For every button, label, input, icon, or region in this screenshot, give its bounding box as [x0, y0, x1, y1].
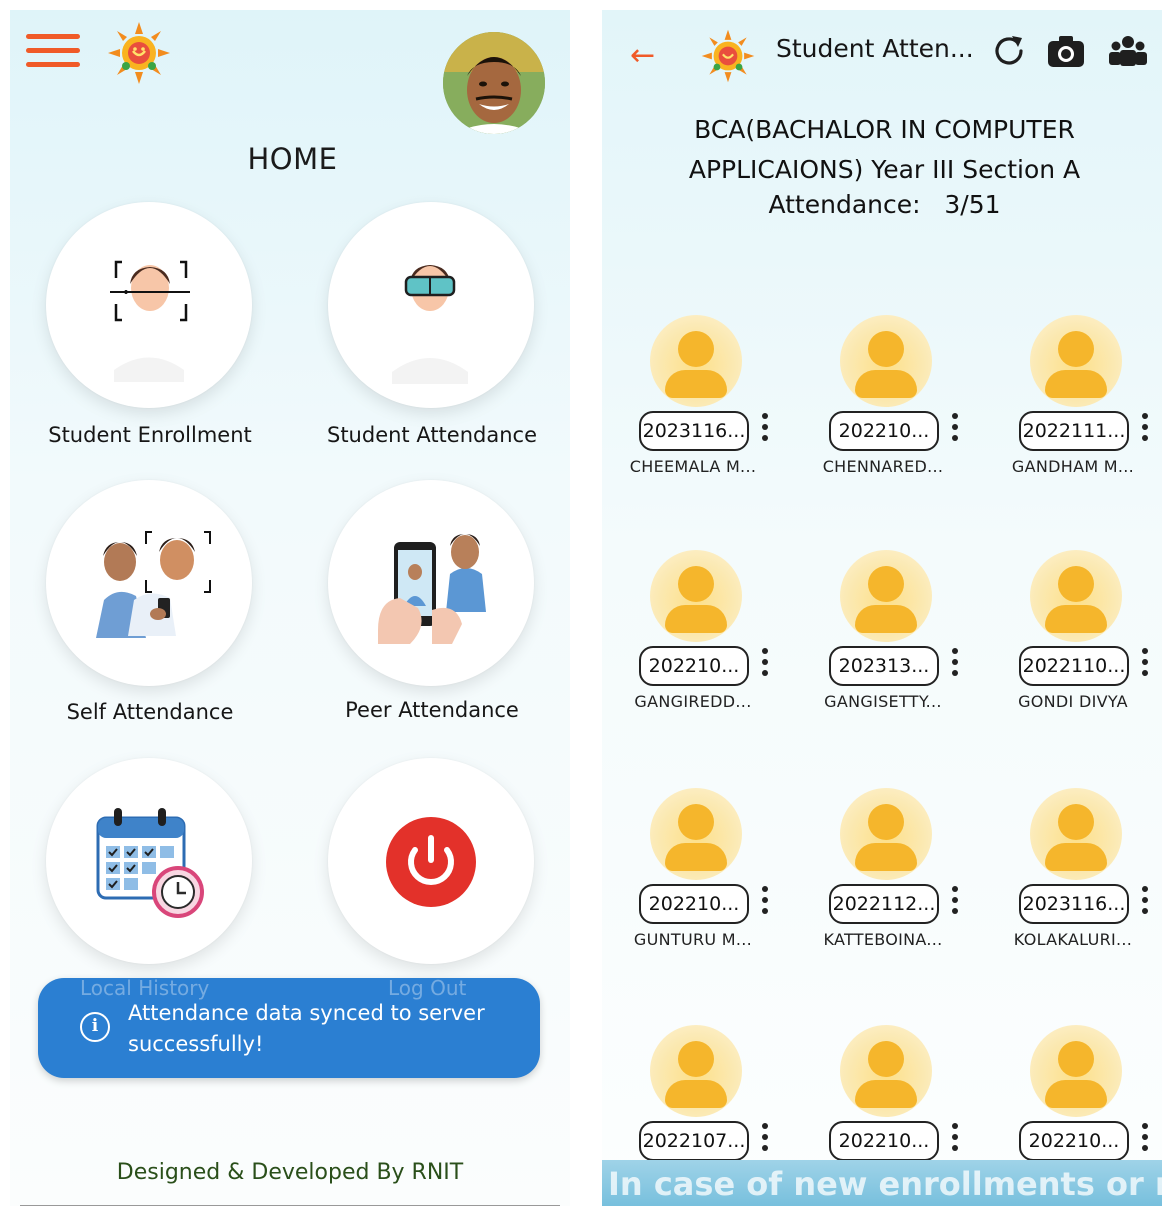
student-card[interactable]: 2022110... GONDI DIVYA [982, 550, 1162, 740]
attendance-summary: Attendance: 3/51 [602, 190, 1162, 219]
tile-label-logout: Log Out [388, 976, 467, 1000]
more-options-icon[interactable] [760, 886, 770, 922]
student-avatar-icon [1030, 1025, 1122, 1117]
more-options-icon[interactable] [950, 886, 960, 922]
student-id[interactable]: 202313... [829, 646, 939, 686]
more-options-icon[interactable] [950, 1123, 960, 1159]
class-info: BCA(BACHALOR IN COMPUTER APPLICAIONS) Ye… [602, 110, 1162, 190]
student-enrollment-tile[interactable] [46, 202, 252, 408]
self-attendance-tile[interactable] [46, 480, 252, 686]
tile-label-history: Local History [80, 976, 210, 1000]
student-card[interactable]: 2023116... KOLAKALURI... [982, 788, 1162, 978]
student-avatar-icon [1030, 550, 1122, 642]
phone-photo-peer-icon [378, 534, 486, 644]
student-card[interactable]: 202313... GANGISETTY... [792, 550, 972, 740]
sun-logo-icon [701, 29, 755, 83]
screen-title: Student Atten... [776, 34, 974, 63]
tile-label-enrollment: Student Enrollment [48, 423, 252, 447]
calendar-clock-icon [96, 808, 204, 918]
refresh-icon[interactable] [988, 30, 1030, 72]
student-name: CHEEMALA M... [629, 457, 757, 476]
more-options-icon[interactable] [760, 1123, 770, 1159]
student-card[interactable]: 202210... CHENNARED... [792, 315, 972, 505]
class-line-1: BCA(BACHALOR IN COMPUTER [694, 115, 1075, 144]
class-line-2: APPLICAIONS) Year III Section A [688, 155, 1081, 184]
tile-label-peer: Peer Attendance [345, 698, 519, 722]
student-avatar-icon [1030, 788, 1122, 880]
power-icon [386, 817, 476, 907]
more-options-icon[interactable] [950, 648, 960, 684]
home-screen: HOME Student Enrollment Student Attendan… [10, 10, 570, 1206]
more-options-icon[interactable] [1140, 413, 1150, 449]
tile-label-attendance: Student Attendance [326, 423, 537, 447]
tile-label-self: Self Attendance [66, 700, 234, 724]
student-card[interactable]: 202210... GANGIREDD... [602, 550, 782, 740]
footer-credit: Designed & Developed By RNIT [116, 1160, 464, 1185]
student-id[interactable]: 202210... [639, 884, 749, 924]
menu-icon[interactable] [26, 34, 80, 74]
student-card[interactable]: 2022111... GANDHAM M... [982, 315, 1162, 505]
student-avatar-icon [840, 788, 932, 880]
student-id[interactable]: 2022112... [829, 884, 939, 924]
group-icon[interactable] [1107, 30, 1149, 72]
student-avatar-icon [650, 315, 742, 407]
more-options-icon[interactable] [1140, 1123, 1150, 1159]
toast-message: Attendance data synced to server success… [128, 1001, 485, 1056]
vr-headset-person-icon [392, 265, 468, 384]
student-name: GUNTURU M... [633, 930, 753, 949]
student-id[interactable]: 202210... [829, 1121, 939, 1161]
student-name: GANGISETTY... [824, 692, 942, 711]
student-name: GANDHAM M... [1011, 457, 1135, 476]
more-options-icon[interactable] [760, 413, 770, 449]
back-arrow-icon[interactable]: ← [630, 38, 655, 73]
student-id[interactable]: 2022107... [639, 1121, 749, 1161]
more-options-icon[interactable] [1140, 886, 1150, 922]
info-banner: In case of new enrollments or m [602, 1160, 1162, 1206]
student-avatar-icon [840, 550, 932, 642]
student-id[interactable]: 2023116... [639, 411, 749, 451]
footer-divider [20, 1205, 560, 1206]
student-id[interactable]: 2022110... [1019, 646, 1129, 686]
more-options-icon[interactable] [1140, 648, 1150, 684]
student-name: KOLAKALURI... [1013, 930, 1133, 949]
student-avatar-icon [650, 550, 742, 642]
peer-attendance-tile[interactable] [328, 480, 534, 686]
student-id[interactable]: 202210... [1019, 1121, 1129, 1161]
student-attendance-tile[interactable] [328, 202, 534, 408]
student-id[interactable]: 2022111... [1019, 411, 1129, 451]
student-avatar-icon [650, 1025, 742, 1117]
camera-icon[interactable] [1045, 30, 1087, 72]
student-avatar-icon [840, 315, 932, 407]
student-card[interactable]: 202210... GUNTURU M... [602, 788, 782, 978]
self-face-verify-icon [96, 531, 211, 638]
sync-toast: Local History Log Out i Attendance data … [38, 976, 540, 1078]
logout-tile[interactable] [328, 758, 534, 964]
student-card[interactable]: 2022112... KATTEBOINA... [792, 788, 972, 978]
student-name: CHENNARED... [822, 457, 944, 476]
student-avatar-icon [840, 1025, 932, 1117]
student-name: GANGIREDD... [634, 692, 752, 711]
more-options-icon[interactable] [760, 648, 770, 684]
student-id[interactable]: 202210... [639, 646, 749, 686]
student-name: GONDI DIVYA [1018, 692, 1128, 711]
student-avatar-icon [1030, 315, 1122, 407]
local-history-tile[interactable] [46, 758, 252, 964]
profile-avatar[interactable] [443, 32, 545, 134]
banner-text: In case of new enrollments or m [608, 1165, 1162, 1203]
student-avatar-icon [650, 788, 742, 880]
student-attendance-screen: ← Student Atten... BCA(BACHALOR IN COMPU… [602, 10, 1162, 1206]
attendance-label: Attendance: [768, 190, 921, 219]
student-id[interactable]: 202210... [829, 411, 939, 451]
sun-logo-icon [108, 22, 170, 84]
face-scan-icon [110, 260, 190, 382]
student-card[interactable]: 2023116... CHEEMALA M... [602, 315, 782, 505]
more-options-icon[interactable] [950, 413, 960, 449]
info-icon: i [80, 1012, 110, 1042]
attendance-count: 3/51 [944, 190, 1001, 219]
student-name: KATTEBOINA... [823, 930, 943, 949]
page-title: HOME [247, 142, 338, 176]
student-id[interactable]: 2023116... [1019, 884, 1129, 924]
